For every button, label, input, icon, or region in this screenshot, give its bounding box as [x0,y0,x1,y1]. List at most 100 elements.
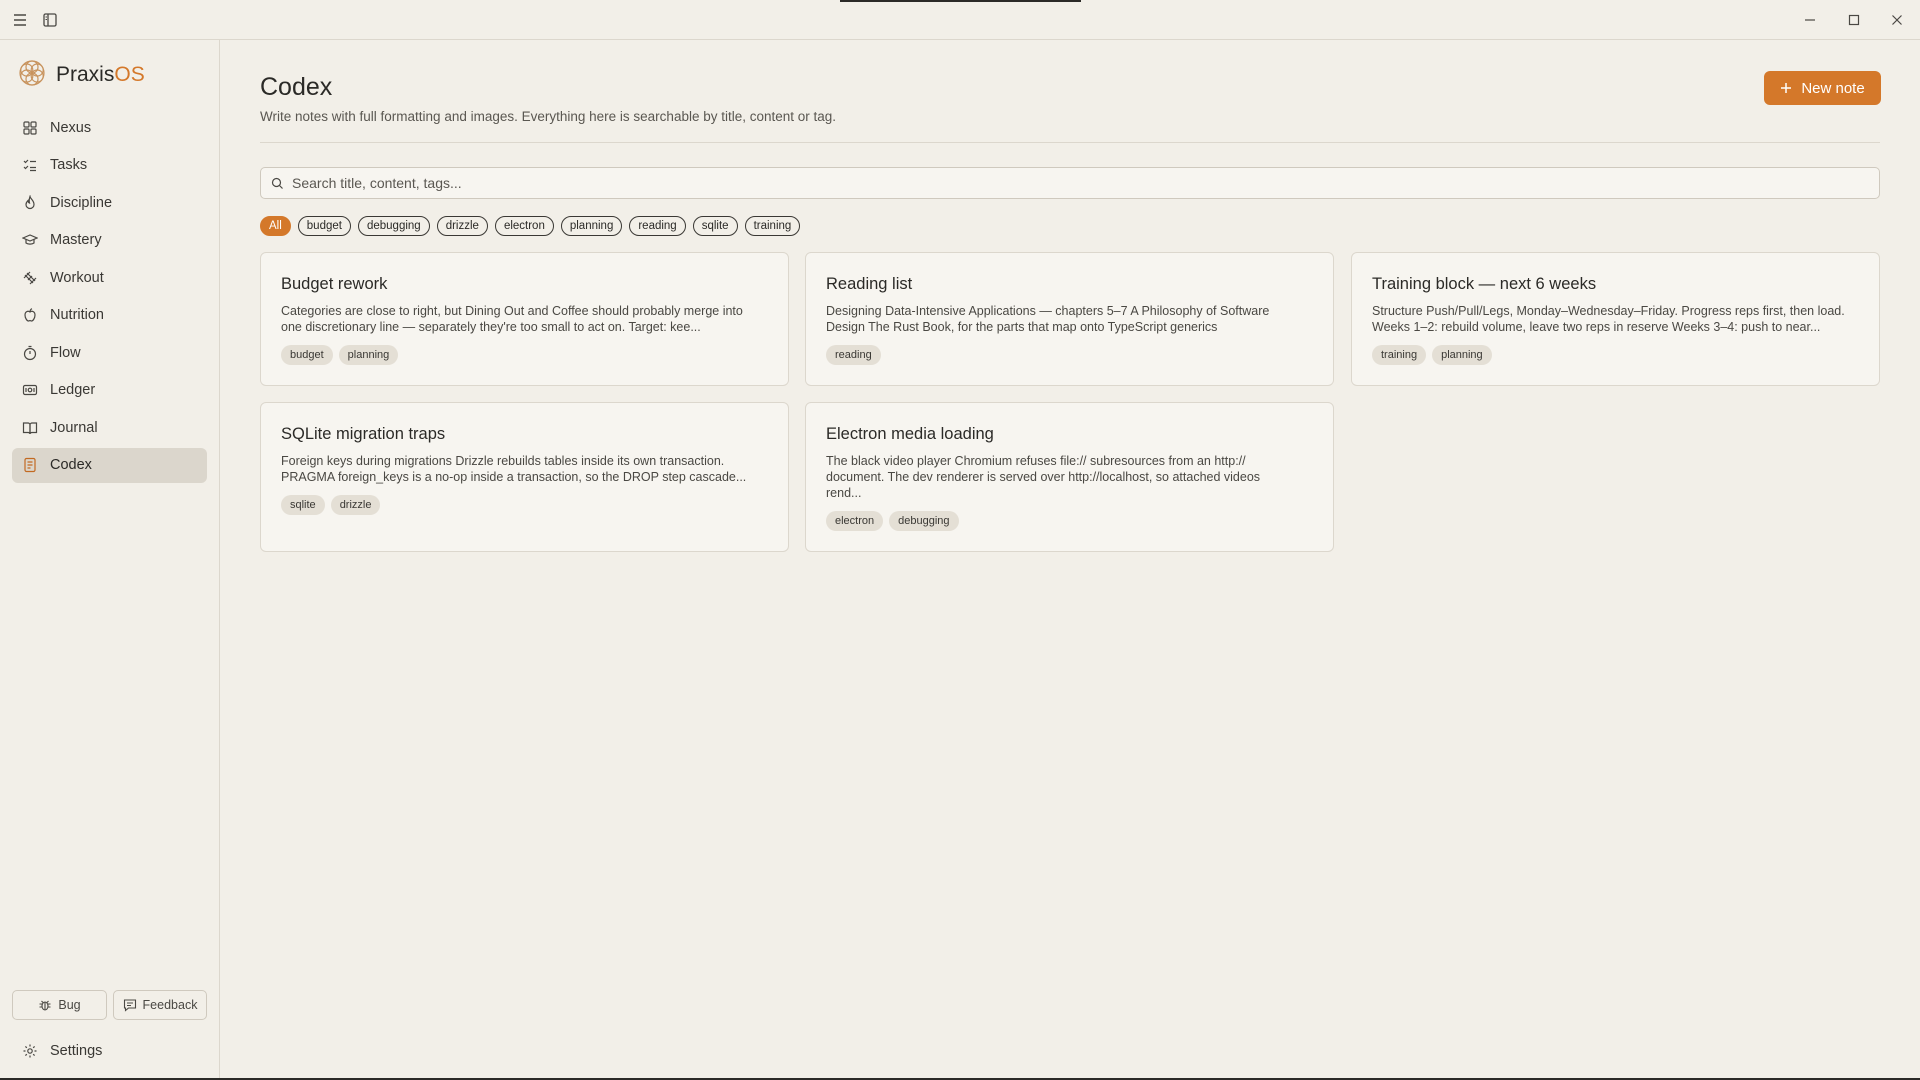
settings-link[interactable]: Settings [22,1043,102,1059]
note-preview-line: The black video player Chromium refuses … [826,454,1246,468]
note-card[interactable]: Electron media loading The black video p… [805,402,1334,552]
sidebar-item-codex[interactable]: Codex [12,447,207,483]
window-drag-indicator [840,0,1081,2]
gear-icon [23,1044,37,1058]
note-title: Electron media loading [826,425,994,443]
flame-icon [25,194,35,209]
note-preview-line: rend... [826,486,862,500]
note-preview: Structure Push/Pull/Legs, Monday–Wednesd… [1372,303,1859,335]
note-preview: The black video player Chromium refuses … [826,453,1313,501]
note-tags: sqlite drizzle [281,495,768,515]
sidebar-item-label: Ledger [50,382,96,398]
sidebar-item-nexus[interactable]: Nexus [12,110,207,145]
sidebar-item-label: Nutrition [50,307,104,323]
note-preview-line: Design The Rust Book, for the parts that… [826,320,1218,334]
brand[interactable]: PraxisOS [18,59,145,90]
note-card[interactable]: SQLite migration traps Foreign keys duri… [260,402,789,552]
note-preview: Foreign keys during migrations Drizzle r… [281,453,768,485]
sidebar-item-journal[interactable]: Journal [12,410,207,445]
sidebar-actions: Bug Feedback [12,990,207,1020]
tag-filter-training[interactable]: training [744,216,801,236]
apple-icon [24,308,36,322]
search-input[interactable] [292,175,1879,191]
sidebar-nav: Nexus Tasks Discipline Mastery Workout N… [12,110,207,485]
graduation-cap-icon [22,234,38,245]
sidebar-item-discipline[interactable]: Discipline [12,185,207,220]
sidebar-item-ledger[interactable]: Ledger [12,373,207,408]
grid-icon [23,120,37,135]
note-tags: budget planning [281,345,768,365]
page-subtitle: Write notes with full formatting and ima… [260,109,837,124]
note-tag: budget [281,345,333,365]
dumbbell-icon [23,271,37,284]
note-title: Reading list [826,275,913,293]
sidebar-item-flow[interactable]: Flow [12,335,207,370]
maximize-icon[interactable] [1836,6,1872,34]
sidebar-toggle-icon[interactable] [38,8,62,32]
tag-filter-electron[interactable]: electron [494,216,554,236]
note-card[interactable]: Budget rework Categories are close to ri… [260,252,789,386]
sidebar-item-label: Journal [50,419,98,436]
note-tag: planning [1432,345,1492,365]
tag-filter-all[interactable]: All [260,216,291,236]
feedback-icon [123,999,136,1012]
note-card[interactable]: Reading list Designing Data-Intensive Ap… [805,252,1334,386]
tag-filter-drizzle[interactable]: drizzle [436,216,488,236]
note-preview-line: Weeks 1–2: rebuild volume, leave two rep… [1372,320,1821,334]
note-tag: reading [826,345,881,365]
sidebar: PraxisOS Nexus Tasks Discipline Mastery … [0,40,220,1080]
minimize-icon[interactable] [1792,6,1828,34]
sidebar-item-workout[interactable]: Workout [12,260,207,295]
tag-filter-budget[interactable]: budget [297,216,351,236]
checklist-icon [23,159,36,172]
note-tag: training [1372,345,1427,365]
page-title: Codex [260,73,333,101]
title-bar [0,0,1920,40]
note-preview-line: Foreign keys during migrations Drizzle r… [281,454,725,468]
sidebar-item-nutrition[interactable]: Nutrition [12,298,207,333]
sidebar-item-label: Codex [50,457,92,473]
sidebar-item-label: Workout [50,269,104,286]
sidebar-item-label: Tasks [50,157,88,173]
bug-icon [39,1000,51,1011]
feedback-button[interactable]: Feedback [113,990,207,1020]
bug-button[interactable]: Bug [12,990,107,1020]
close-icon[interactable] [1879,6,1915,34]
feedback-label: Feedback [142,998,198,1012]
note-tags: reading [826,345,1313,365]
sidebar-item-label: Discipline [50,194,113,211]
search-bar [260,167,1880,199]
note-tags: electron debugging [826,511,1313,531]
tag-filter-reading[interactable]: reading [629,216,686,236]
note-tag: planning [338,345,399,365]
note-preview-line: one discretionary line — separately they… [281,320,701,334]
brand-primary: Praxis [56,63,115,86]
timer-icon [23,345,37,360]
note-title: Budget rework [281,275,388,293]
wallet-icon [22,384,38,396]
note-title: SQLite migration traps [281,425,446,443]
hamburger-icon[interactable] [8,8,32,32]
brand-accent: OS [114,63,145,86]
note-preview-line: PRAGMA foreign_keys is a no-op inside a … [281,470,747,484]
tag-filter-planning[interactable]: planning [560,216,623,236]
note-tag: drizzle [330,495,381,515]
sidebar-item-mastery[interactable]: Mastery [12,223,207,258]
bug-label: Bug [58,998,81,1012]
note-card[interactable]: Training block — next 6 weeks Structure … [1351,252,1880,386]
note-preview: Designing Data-Intensive Applications — … [826,303,1313,335]
brand-name: PraxisOS [56,63,145,87]
note-preview-line: Designing Data-Intensive Applications — … [826,304,1270,318]
sidebar-item-tasks[interactable]: Tasks [12,148,207,183]
sidebar-item-label: Nexus [50,119,92,136]
note-preview-line: Categories are close to right, but Dinin… [281,304,743,318]
note-preview: Categories are close to right, but Dinin… [281,303,768,335]
note-preview-line: document. The dev renderer is served ove… [826,470,1261,484]
note-tag: debugging [889,511,959,531]
tag-filter-sqlite[interactable]: sqlite [692,216,738,236]
settings-label: Settings [50,1043,103,1059]
new-note-button[interactable]: New note [1764,71,1881,105]
tag-filter-debugging[interactable]: debugging [357,216,430,236]
search-icon [271,177,283,189]
sidebar-item-label: Flow [50,344,81,361]
